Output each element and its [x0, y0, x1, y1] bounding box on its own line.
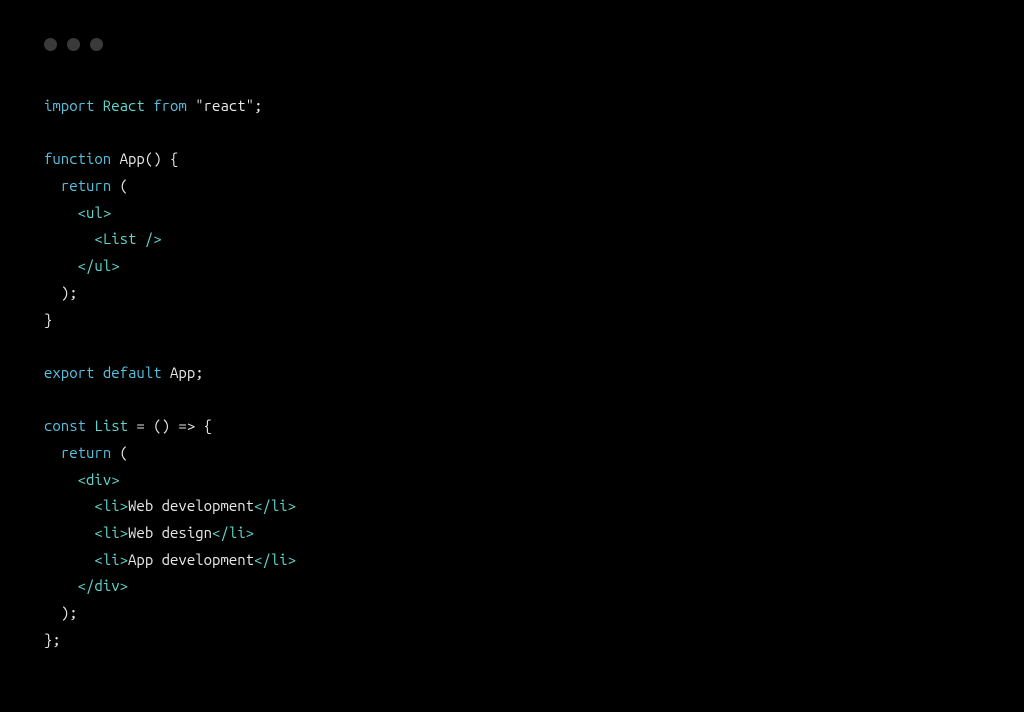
punct: (	[111, 444, 128, 461]
keyword-default: default	[103, 364, 162, 381]
jsx-angle: <	[78, 471, 86, 488]
jsx-tag-li: li	[229, 524, 246, 541]
code-line: function App() {	[44, 150, 178, 167]
keyword-const: const	[44, 417, 86, 434]
jsx-angle: <	[94, 551, 102, 568]
jsx-tag-list: List	[103, 230, 137, 247]
code-line: </ul>	[44, 257, 120, 274]
jsx-slash: /	[136, 230, 153, 247]
punct: );	[61, 604, 78, 621]
jsx-angle: </	[212, 524, 229, 541]
arrow-fn: () => {	[153, 417, 212, 434]
punct: };	[44, 631, 61, 648]
code-line: </div>	[44, 577, 128, 594]
jsx-tag-li: li	[103, 524, 120, 541]
jsx-angle: >	[120, 577, 128, 594]
jsx-angle: <	[94, 524, 102, 541]
jsx-angle: <	[94, 497, 102, 514]
identifier-list: List	[94, 417, 128, 434]
punct: ()	[145, 150, 162, 167]
indent	[44, 230, 94, 247]
jsx-angle: >	[246, 524, 254, 541]
jsx-angle: <	[94, 230, 102, 247]
jsx-angle: >	[120, 497, 128, 514]
code-line: <li>App development</li>	[44, 551, 296, 568]
jsx-tag-li: li	[271, 551, 288, 568]
indent	[44, 204, 78, 221]
code-line: import React from "react";	[44, 97, 262, 114]
jsx-tag-li: li	[103, 551, 120, 568]
code-block: import React from "react"; function App(…	[44, 93, 980, 653]
code-line: <li>Web design</li>	[44, 524, 254, 541]
jsx-angle: >	[120, 551, 128, 568]
punct: );	[61, 284, 78, 301]
code-line: <div>	[44, 471, 120, 488]
keyword-return: return	[61, 177, 111, 194]
string-literal: "react"	[195, 97, 254, 114]
jsx-tag-ul: ul	[86, 204, 103, 221]
code-line: );	[44, 284, 78, 301]
window-controls	[44, 38, 980, 51]
code-line: const List = () => {	[44, 417, 212, 434]
minimize-dot[interactable]	[67, 38, 80, 51]
code-line: };	[44, 631, 61, 648]
punct: (	[111, 177, 128, 194]
indent	[44, 471, 78, 488]
jsx-angle: >	[103, 204, 111, 221]
indent	[44, 284, 61, 301]
keyword-from: from	[153, 97, 187, 114]
jsx-text: App development	[128, 551, 254, 568]
jsx-angle: >	[111, 471, 119, 488]
punct: ;	[195, 364, 203, 381]
indent	[44, 551, 94, 568]
keyword-function: function	[44, 150, 111, 167]
code-line: <ul>	[44, 204, 111, 221]
punct: {	[170, 150, 178, 167]
code-line: <li>Web development</li>	[44, 497, 296, 514]
identifier-app: App	[170, 364, 195, 381]
keyword-return: return	[61, 444, 111, 461]
jsx-tag-ul: ul	[94, 257, 111, 274]
jsx-angle: >	[288, 551, 296, 568]
indent	[44, 604, 61, 621]
jsx-angle: >	[111, 257, 119, 274]
punct: }	[44, 311, 52, 328]
code-line: return (	[44, 177, 128, 194]
code-line: <List />	[44, 230, 162, 247]
indent	[44, 177, 61, 194]
jsx-tag-li: li	[103, 497, 120, 514]
jsx-text: Web design	[128, 524, 212, 541]
maximize-dot[interactable]	[90, 38, 103, 51]
code-line: );	[44, 604, 78, 621]
indent	[44, 444, 61, 461]
jsx-angle: >	[120, 524, 128, 541]
jsx-tag-div: div	[86, 471, 111, 488]
identifier-app: App	[120, 150, 145, 167]
jsx-angle: </	[254, 497, 271, 514]
space	[162, 150, 170, 167]
code-line: export default App;	[44, 364, 204, 381]
close-dot[interactable]	[44, 38, 57, 51]
jsx-angle: </	[78, 577, 95, 594]
indent	[44, 497, 94, 514]
keyword-export: export	[44, 364, 94, 381]
punct: =	[128, 417, 153, 434]
indent	[44, 257, 78, 274]
code-line: }	[44, 311, 52, 328]
code-line: return (	[44, 444, 128, 461]
jsx-angle: </	[254, 551, 271, 568]
jsx-angle: <	[78, 204, 86, 221]
code-window: import React from "react"; function App(…	[0, 0, 1024, 712]
jsx-tag-li: li	[271, 497, 288, 514]
jsx-angle: </	[78, 257, 95, 274]
jsx-text: Web development	[128, 497, 254, 514]
jsx-angle: >	[153, 230, 161, 247]
indent	[44, 524, 94, 541]
jsx-tag-div: div	[94, 577, 119, 594]
indent	[44, 577, 78, 594]
punct: ;	[254, 97, 262, 114]
identifier-react: React	[103, 97, 145, 114]
jsx-angle: >	[288, 497, 296, 514]
keyword-import: import	[44, 97, 94, 114]
